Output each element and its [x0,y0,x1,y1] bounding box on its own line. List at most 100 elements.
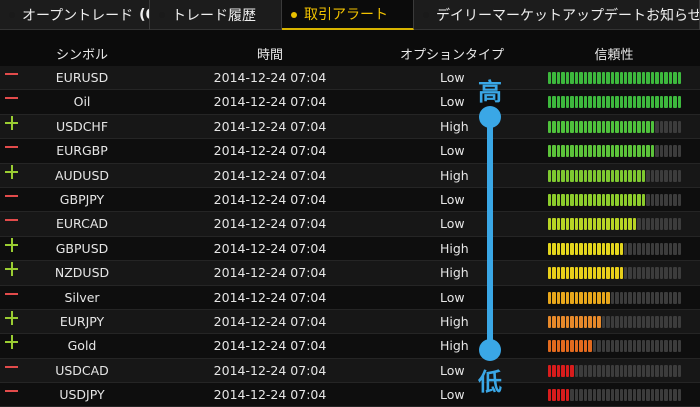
table-row[interactable]: Gold 2014-12-24 07:04 High [0,334,700,359]
gauge-segment [552,242,556,255]
gauge-segment [673,242,677,255]
gauge-segment [601,72,606,84]
table-row[interactable]: EURJPY 2014-12-24 07:04 High [0,309,700,335]
gauge-segment [583,72,588,84]
option-type-cell: Low [440,289,465,305]
gauge-segment [588,242,592,255]
table-row[interactable]: EURUSD 2014-12-24 07:04 Low [0,66,700,91]
option-type-cell: High [440,338,469,354]
gauge-segment [677,169,682,182]
gauge-segment [628,340,632,353]
gauge-segment [610,242,615,255]
gauge-segment [664,169,668,182]
gauge-segment [579,193,583,206]
gauge-segment [592,193,597,206]
table-row[interactable]: EURGBP 2014-12-24 07:04 Low [0,139,700,164]
gauge-segment [606,145,610,158]
gauge-segment [606,72,610,84]
time-cell: 2014-12-24 07:04 [213,338,327,354]
gauge-segment [574,96,579,109]
gauge-segment [574,120,579,133]
gauge-segment [597,169,601,182]
gauge-segment [592,120,597,133]
reliability-gauge [548,96,682,109]
gauge-segment [579,96,583,109]
gauge-segment [615,364,619,377]
gauge-segment [565,291,570,304]
gauge-segment [606,218,610,231]
gauge-segment [601,218,606,231]
gauge-segment [615,315,619,328]
gauge-segment [623,291,628,304]
symbol-cell: EURUSD [55,70,109,85]
gauge-segment [673,72,677,84]
table-row[interactable]: NZDUSD 2014-12-24 07:04 High [0,261,700,286]
symbol-cell: EURGBP [56,143,108,159]
tab-daily-market-update[interactable]: デイリーマーケットアップデートお知らせ [414,0,700,30]
gauge-segment [570,267,574,280]
gauge-segment [637,193,641,206]
gauge-segment [561,218,565,231]
reliability-gauge [548,120,682,133]
table-row[interactable]: EURCAD 2014-12-24 07:04 Low [0,212,700,237]
table-row[interactable]: Oil 2014-12-24 07:04 Low [0,90,700,115]
gauge-segment [588,169,592,182]
gauge-segment [673,340,677,353]
gauge-segment [588,267,592,280]
gauge-segment [655,169,659,182]
gauge-segment [570,169,574,182]
tab-open-trades[interactable]: オープントレード (0) [0,0,150,30]
tab-trade-history[interactable]: トレード履歴 [150,0,282,30]
gauge-segment [628,96,632,109]
table-row[interactable]: AUDUSD 2014-12-24 07:04 High [0,163,700,188]
gauge-segment [561,267,565,280]
gauge-segment [552,291,556,304]
gauge-segment [548,364,552,377]
gauge-segment [664,267,668,280]
gauge-segment [552,120,556,133]
gauge-segment [601,389,606,402]
gauge-segment [615,72,619,84]
column-header-option-type: オプションタイプ [399,48,505,63]
gauge-segment [659,218,664,231]
gauge-segment [610,340,615,353]
reliability-gauge [548,145,682,158]
gauge-segment [570,242,574,255]
gauge-segment [579,389,583,402]
gauge-segment [664,193,668,206]
gauge-segment [628,169,632,182]
gauge-segment [677,389,682,402]
gauge-segment [548,315,552,328]
gauge-segment [606,364,610,377]
tab-trade-alerts[interactable]: 取引アラート [282,0,414,30]
gauge-segment [650,218,655,231]
table-row[interactable]: USDCHF 2014-12-24 07:04 High [0,114,700,140]
gauge-segment [628,291,632,304]
gauge-segment [673,218,677,231]
table-row[interactable]: GBPUSD 2014-12-24 07:04 High [0,236,700,262]
option-type-cell: High [440,265,469,281]
gauge-segment [664,120,668,133]
gauge-segment [588,120,592,133]
table-row[interactable]: USDCAD 2014-12-24 07:04 Low [0,358,700,384]
table-row[interactable]: GBPJPY 2014-12-24 07:04 Low [0,187,700,213]
reliability-gauge [548,364,682,377]
gauge-segment [583,120,588,133]
option-type-cell: Low [440,191,465,207]
gauge-segment [565,340,570,353]
option-type-cell: Low [440,143,465,159]
table-row[interactable]: Silver 2014-12-24 07:04 Low [0,285,700,310]
gauge-segment [610,193,615,206]
gauge-segment [673,193,677,206]
gauge-segment [650,340,655,353]
gauge-segment [641,96,646,109]
gauge-segment [641,267,646,280]
gauge-segment [641,120,646,133]
gauge-segment [628,267,632,280]
gauge-segment [664,340,668,353]
gauge-segment [659,169,664,182]
gauge-segment [583,145,588,158]
gauge-segment [574,145,579,158]
table-row[interactable]: USDJPY 2014-12-24 07:04 Low [0,383,700,407]
gauge-segment [641,169,646,182]
